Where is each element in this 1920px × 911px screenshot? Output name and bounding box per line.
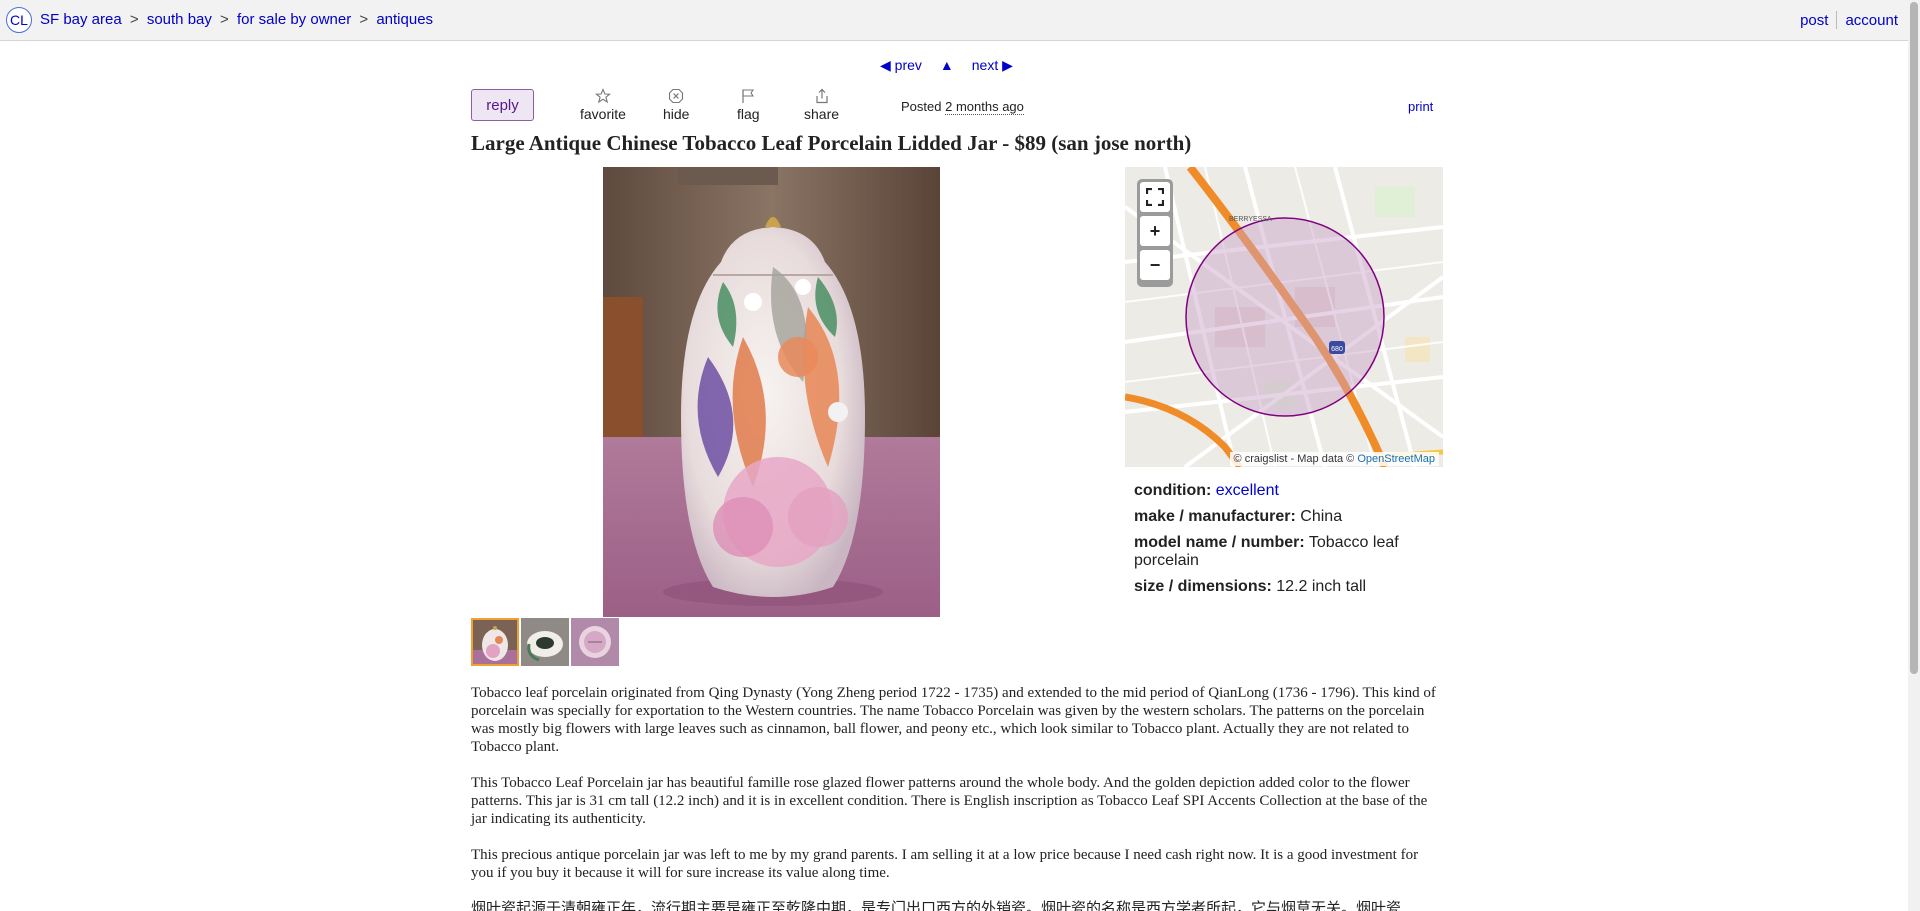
prev-link[interactable]: ◀ prev xyxy=(880,57,922,74)
fullscreen-button[interactable] xyxy=(1140,182,1170,212)
neighborhood-label: BERRYESSA xyxy=(1229,216,1272,223)
share-icon xyxy=(815,88,828,104)
body-paragraph: 烟叶瓷起源于清朝雍正年，流行期主要是雍正至乾隆中期，是专门出口西方的外销瓷。烟叶… xyxy=(471,901,1402,911)
thumbnail-strip xyxy=(471,618,619,666)
thumbnail-2[interactable] xyxy=(521,618,569,666)
account-link[interactable]: account xyxy=(1845,12,1898,29)
thumbnail-jar-image xyxy=(471,618,519,666)
listing-pager: ◀ prev ▲ next ▶ xyxy=(880,57,1013,74)
breadcrumb-antiques[interactable]: antiques xyxy=(376,11,433,28)
attr-value-link[interactable]: excellent xyxy=(1216,482,1279,499)
divider xyxy=(1836,11,1838,29)
attr-value: 12.2 inch tall xyxy=(1276,578,1367,595)
reply-button[interactable]: reply xyxy=(471,89,534,121)
user-links: post account xyxy=(1800,11,1898,29)
favorite-label: favorite xyxy=(580,106,626,122)
map-attribution: © craigslist - Map data © OpenStreetMap xyxy=(1229,452,1439,466)
star-icon xyxy=(594,88,611,104)
posting-title: Large Antique Chinese Tobacco Leaf Porce… xyxy=(471,131,1192,155)
attr-label: size / dimensions: xyxy=(1134,578,1272,595)
top-bar: CL SF bay area > south bay > for sale by… xyxy=(0,0,1908,41)
attribute-group: condition: excellent make / manufacturer… xyxy=(1134,482,1434,604)
share-label: share xyxy=(804,106,840,122)
zoom-in-button[interactable]: + xyxy=(1140,216,1170,246)
hide-button[interactable]: hide xyxy=(663,88,689,122)
body-paragraph: This precious antique porcelain jar was … xyxy=(471,847,1419,881)
body-paragraph: This Tobacco Leaf Porcelain jar has beau… xyxy=(471,775,1428,827)
body-paragraph: Tobacco leaf porcelain originated from Q… xyxy=(471,685,1436,755)
highway-label: 680 xyxy=(1331,346,1343,353)
attr-label: condition: xyxy=(1134,482,1212,499)
attr-size: size / dimensions: 12.2 inch tall xyxy=(1134,578,1434,596)
breadcrumb-separator: > xyxy=(220,11,229,28)
posting-body: Tobacco leaf porcelain originated from Q… xyxy=(471,684,1436,911)
breadcrumb-separator: > xyxy=(129,11,139,28)
flag-icon xyxy=(742,89,755,103)
map-controls: + − xyxy=(1137,179,1173,287)
post-link[interactable]: post xyxy=(1800,12,1828,29)
favorite-button[interactable]: favorite xyxy=(580,88,626,122)
share-button[interactable]: share xyxy=(804,88,839,122)
breadcrumb-south-bay[interactable]: south bay xyxy=(147,11,212,28)
breadcrumb: SF bay area > south bay > for sale by ow… xyxy=(40,11,433,28)
map-attribution-text: © craigslist - Map data © xyxy=(1233,453,1355,465)
attr-model: model name / number: Tobacco leaf porcel… xyxy=(1134,534,1434,570)
fullscreen-icon xyxy=(1146,188,1164,206)
jar-photo-illustration xyxy=(603,167,940,617)
openstreetmap-link[interactable]: OpenStreetMap xyxy=(1357,453,1435,465)
flag-label: flag xyxy=(737,106,760,122)
scrollbar-thumb[interactable] xyxy=(1910,2,1918,674)
main-photo[interactable] xyxy=(603,167,940,617)
breadcrumb-for-sale-by-owner[interactable]: for sale by owner xyxy=(237,11,351,28)
zoom-out-button[interactable]: − xyxy=(1140,250,1170,280)
attr-manufacturer: make / manufacturer: China xyxy=(1134,508,1434,526)
craigslist-logo[interactable]: CL xyxy=(6,7,32,33)
attr-label: model name / number: xyxy=(1134,534,1305,551)
posted-prefix: Posted xyxy=(901,99,942,114)
up-link[interactable]: ▲ xyxy=(940,57,954,74)
next-link[interactable]: next ▶ xyxy=(972,57,1013,74)
print-link[interactable]: print xyxy=(1408,99,1433,114)
attr-condition: condition: excellent xyxy=(1134,482,1434,500)
hide-label: hide xyxy=(663,106,690,122)
posted-ago: 2 months ago xyxy=(945,99,1024,115)
attr-value: China xyxy=(1300,508,1343,525)
attr-label: make / manufacturer: xyxy=(1134,508,1296,525)
thumbnail-jar-top-image xyxy=(521,618,569,666)
hide-icon xyxy=(669,88,684,104)
flag-button[interactable]: flag xyxy=(737,88,760,122)
thumbnail-jar-base-image xyxy=(571,618,619,666)
location-map[interactable]: 680 BERRYESSA + − © craigslist - Map dat… xyxy=(1125,167,1443,467)
vertical-scrollbar[interactable] xyxy=(1908,0,1920,911)
breadcrumb-sf-bay-area[interactable]: SF bay area xyxy=(40,11,122,28)
thumbnail-3[interactable] xyxy=(571,618,619,666)
posted-date: Posted 2 months ago xyxy=(901,99,1024,115)
breadcrumb-separator: > xyxy=(359,11,369,28)
thumbnail-1[interactable] xyxy=(471,618,519,666)
